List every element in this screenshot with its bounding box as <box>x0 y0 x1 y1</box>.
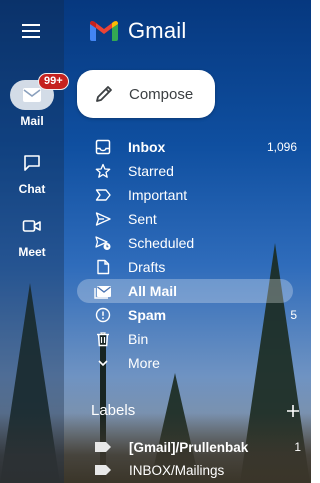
nav-item-starred[interactable]: Starred <box>77 159 311 183</box>
rail-label-mail: Mail <box>20 114 44 128</box>
compose-label: Compose <box>129 85 194 103</box>
hamburger-icon <box>22 24 40 38</box>
pencil-icon <box>96 86 112 102</box>
nav-item-spam[interactable]: Spam 5 <box>77 303 311 327</box>
scheduled-icon <box>95 236 111 250</box>
label-name: INBOX/Mailings <box>129 462 225 478</box>
nav-item-important[interactable]: Important <box>77 183 311 207</box>
folder-list: Inbox 1,096 Starred Important Sent Sched… <box>77 135 311 375</box>
nav-label-bin: Bin <box>128 331 149 347</box>
label-name: [Gmail]/Prullenbak <box>129 439 249 455</box>
nav-label-more: More <box>128 355 160 371</box>
labels-section-header: Labels <box>91 402 301 419</box>
app-rail: 99+ Mail Chat Meet <box>0 0 69 483</box>
nav-item-sent[interactable]: Sent <box>77 207 311 231</box>
add-label-icon[interactable] <box>285 403 301 419</box>
label-item-prullenbak[interactable]: [Gmail]/Prullenbak 1 <box>77 436 311 458</box>
bin-icon <box>97 332 109 347</box>
rail-item-chat[interactable]: Chat <box>0 148 64 196</box>
gmail-logo[interactable]: Gmail <box>88 18 186 44</box>
nav-label-all-mail: All Mail <box>128 283 178 299</box>
inbox-icon <box>95 139 111 155</box>
rail-label-meet: Meet <box>18 245 46 259</box>
chevron-down-icon <box>98 360 108 367</box>
label-count: 1 <box>294 440 301 454</box>
video-camera-icon <box>22 220 41 232</box>
nav-label-inbox: Inbox <box>128 139 166 155</box>
spam-count: 5 <box>290 308 297 322</box>
rail-item-meet[interactable]: Meet <box>0 211 64 259</box>
nav-item-all-mail[interactable]: All Mail <box>77 279 293 303</box>
label-tag-icon <box>95 465 111 475</box>
all-mail-icon <box>94 286 111 299</box>
gmail-m-icon <box>90 21 118 41</box>
nav-label-sent: Sent <box>128 211 157 227</box>
chat-icon <box>24 155 40 171</box>
label-tag-icon <box>95 442 111 452</box>
nav-item-inbox[interactable]: Inbox 1,096 <box>77 135 311 159</box>
nav-label-drafts: Drafts <box>128 259 166 275</box>
draft-icon <box>97 259 110 275</box>
nav-item-more[interactable]: More <box>77 351 311 375</box>
nav-label-starred: Starred <box>128 163 174 179</box>
nav-item-drafts[interactable]: Drafts <box>77 255 311 279</box>
nav-item-bin[interactable]: Bin <box>77 327 311 351</box>
spam-icon <box>95 307 111 323</box>
important-icon <box>95 189 111 201</box>
nav-label-important: Important <box>128 187 188 203</box>
app-name: Gmail <box>128 18 187 43</box>
inbox-unread-count: 1,096 <box>266 140 297 154</box>
nav-label-scheduled: Scheduled <box>128 235 195 251</box>
rail-item-mail[interactable]: 99+ Mail <box>0 73 69 128</box>
star-icon <box>95 163 111 178</box>
unread-badge: 99+ <box>38 73 69 90</box>
compose-button[interactable]: Compose <box>77 70 215 118</box>
nav-item-scheduled[interactable]: Scheduled <box>77 231 311 255</box>
label-item-inbox-mailings[interactable]: INBOX/Mailings <box>77 459 311 481</box>
nav-label-spam: Spam <box>128 307 167 323</box>
main-menu-button[interactable] <box>16 16 46 46</box>
rail-label-chat: Chat <box>18 182 46 196</box>
labels-title: Labels <box>91 402 136 419</box>
mail-icon <box>23 88 41 102</box>
send-icon <box>95 212 111 226</box>
